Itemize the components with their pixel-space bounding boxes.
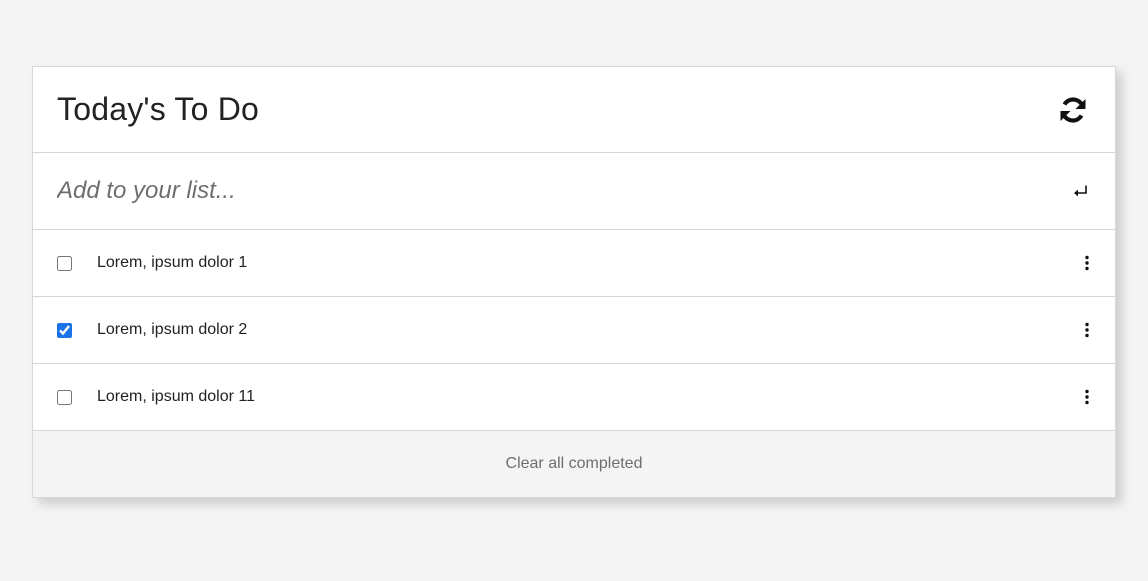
- kebab-menu-icon: [1085, 389, 1089, 405]
- more-options-button[interactable]: [1079, 320, 1095, 340]
- todo-item-label: Lorem, ipsum dolor 1: [97, 254, 248, 271]
- add-item-row: [33, 153, 1115, 230]
- refresh-button[interactable]: [1055, 92, 1091, 128]
- todo-item-label: Lorem, ipsum dolor 11: [97, 388, 255, 405]
- card-header: Today's To Do: [33, 67, 1115, 153]
- todo-item: Lorem, ipsum dolor 1: [33, 230, 1115, 297]
- more-options-button[interactable]: [1079, 253, 1095, 273]
- page-title: Today's To Do: [57, 91, 260, 127]
- todo-checkbox[interactable]: [57, 389, 72, 405]
- kebab-menu-icon: [1085, 255, 1089, 271]
- todo-list: Lorem, ipsum dolor 1 Lorem, ipsum dolor …: [33, 230, 1115, 431]
- todo-checkbox[interactable]: [57, 322, 72, 338]
- todo-item: Lorem, ipsum dolor 11: [33, 364, 1115, 431]
- card-footer: Clear all completed: [33, 431, 1115, 497]
- refresh-icon: [1060, 96, 1086, 123]
- more-options-button[interactable]: [1079, 387, 1095, 407]
- kebab-menu-icon: [1085, 322, 1089, 338]
- enter-icon: [1074, 185, 1087, 197]
- clear-completed-button[interactable]: Clear all completed: [506, 455, 643, 473]
- todo-item-label: Lorem, ipsum dolor 2: [97, 321, 248, 338]
- todo-item: Lorem, ipsum dolor 2: [33, 297, 1115, 364]
- todo-checkbox[interactable]: [57, 255, 72, 271]
- submit-button[interactable]: [1071, 181, 1091, 201]
- todo-card: Today's To Do Lorem, ipsum dolor 1: [32, 66, 1116, 498]
- add-item-input[interactable]: [57, 177, 1071, 205]
